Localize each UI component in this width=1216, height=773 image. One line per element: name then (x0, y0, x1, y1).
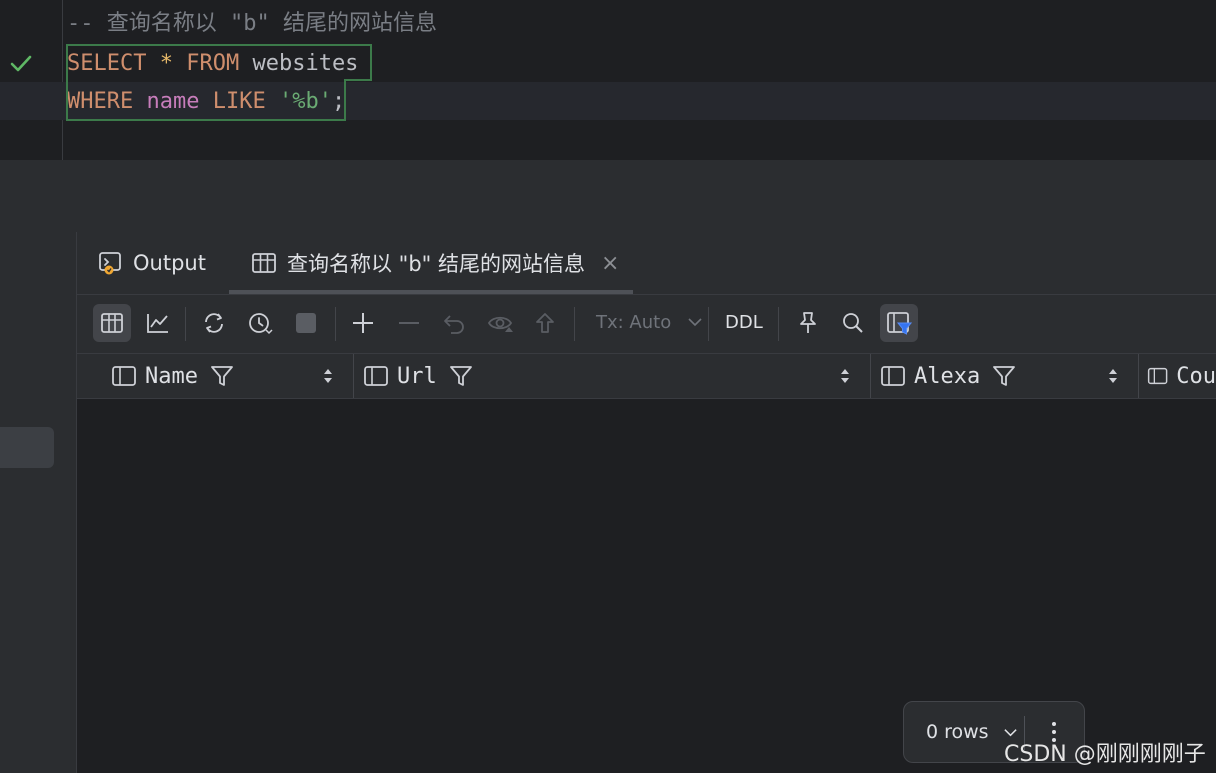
column-header-name[interactable]: Name (77, 354, 354, 398)
panel-splitter[interactable] (0, 160, 1216, 232)
search-icon (843, 313, 863, 333)
close-icon[interactable]: × (601, 251, 619, 276)
filter-icon[interactable] (992, 364, 1016, 388)
column-icon (881, 366, 905, 386)
arrow-up-icon (536, 313, 554, 333)
refresh-button[interactable] (195, 304, 233, 342)
services-tool-window: Output 查询名称以 "b" 结尾的网站信息 × Tx: Auto DDL … (77, 232, 1216, 773)
column-icon (1147, 367, 1168, 385)
pin-tab-button[interactable] (789, 304, 827, 342)
chart-view-button[interactable] (139, 304, 177, 342)
transaction-mode-label: Tx: Auto (596, 312, 672, 333)
stop-button[interactable] (287, 304, 325, 342)
checkmark-icon (10, 55, 32, 72)
tab-query-result-label: 查询名称以 "b" 结尾的网站信息 (287, 252, 585, 276)
output-console-icon (99, 252, 121, 275)
statement-highlight-right (344, 81, 346, 121)
transaction-mode-dropdown[interactable]: Tx: Auto (596, 304, 703, 342)
gutter-separator (62, 0, 63, 160)
revert-button[interactable] (436, 304, 474, 342)
add-row-button[interactable] (344, 304, 382, 342)
preview-changes-button[interactable] (482, 304, 520, 342)
table-grid-icon (252, 253, 276, 273)
statement-highlight (66, 44, 372, 81)
stop-icon (296, 313, 316, 333)
toolbar-separator (335, 307, 336, 341)
chart-icon (147, 314, 168, 333)
table-view-icon (101, 313, 123, 333)
result-tabbar: Output 查询名称以 "b" 结尾的网站信息 × (77, 232, 1216, 295)
undo-icon (444, 315, 464, 334)
ddl-button[interactable]: DDL (725, 304, 763, 342)
filter-panel-button[interactable] (880, 304, 918, 342)
clock-icon (249, 313, 273, 335)
toolbar-separator (574, 307, 575, 341)
column-icon (364, 366, 388, 386)
column-header-label: Url (397, 363, 437, 389)
chevron-down-icon (688, 318, 702, 327)
minus-icon (399, 322, 419, 324)
history-button[interactable] (241, 304, 279, 342)
sql-comment: -- 查询名称以 "b" 结尾的网站信息 (67, 11, 437, 36)
filter-icon[interactable] (210, 364, 234, 388)
pin-icon (800, 312, 816, 333)
plus-icon (353, 313, 373, 333)
statement-highlight-lower (66, 81, 346, 121)
grid-header: Name Url Alexa Cou (77, 353, 1216, 399)
toolbar-separator (708, 307, 709, 341)
row-count-label: 0 rows (926, 721, 989, 743)
column-header-label: Name (145, 363, 198, 389)
sort-icon[interactable] (1106, 366, 1120, 386)
submit-button[interactable] (526, 304, 564, 342)
left-strip-button[interactable] (0, 427, 54, 468)
delete-row-button[interactable] (390, 304, 428, 342)
filter-panel-icon (887, 312, 912, 335)
refresh-icon (205, 313, 223, 333)
toolbar-separator (778, 307, 779, 341)
sort-icon[interactable] (321, 366, 335, 386)
column-header-alexa[interactable]: Alexa (871, 354, 1139, 398)
sort-icon[interactable] (838, 366, 852, 386)
tab-output-label: Output (133, 251, 206, 275)
search-button[interactable] (834, 304, 872, 342)
watermark: CSDN @刚刚刚刚子 (1004, 742, 1206, 767)
tab-query-result[interactable]: 查询名称以 "b" 结尾的网站信息 × (229, 232, 633, 294)
left-tool-strip (0, 232, 77, 773)
toolbar-separator (185, 307, 186, 341)
table-view-button[interactable] (93, 304, 131, 342)
column-header-url[interactable]: Url (354, 354, 871, 398)
column-header-label: Alexa (914, 363, 981, 389)
active-tab-indicator (229, 290, 633, 294)
sql-editor[interactable]: -- 查询名称以 "b" 结尾的网站信息 SELECT * FROM websi… (0, 0, 1216, 160)
filter-icon[interactable] (449, 364, 473, 388)
column-header-country[interactable]: Cou (1139, 354, 1216, 398)
eye-icon (488, 316, 513, 332)
result-toolbar: Tx: Auto DDL (77, 295, 1216, 353)
statement-highlight-edge (344, 79, 372, 81)
tab-output[interactable]: Output (97, 232, 206, 294)
column-header-label: Cou (1176, 363, 1216, 389)
column-icon (112, 366, 136, 386)
